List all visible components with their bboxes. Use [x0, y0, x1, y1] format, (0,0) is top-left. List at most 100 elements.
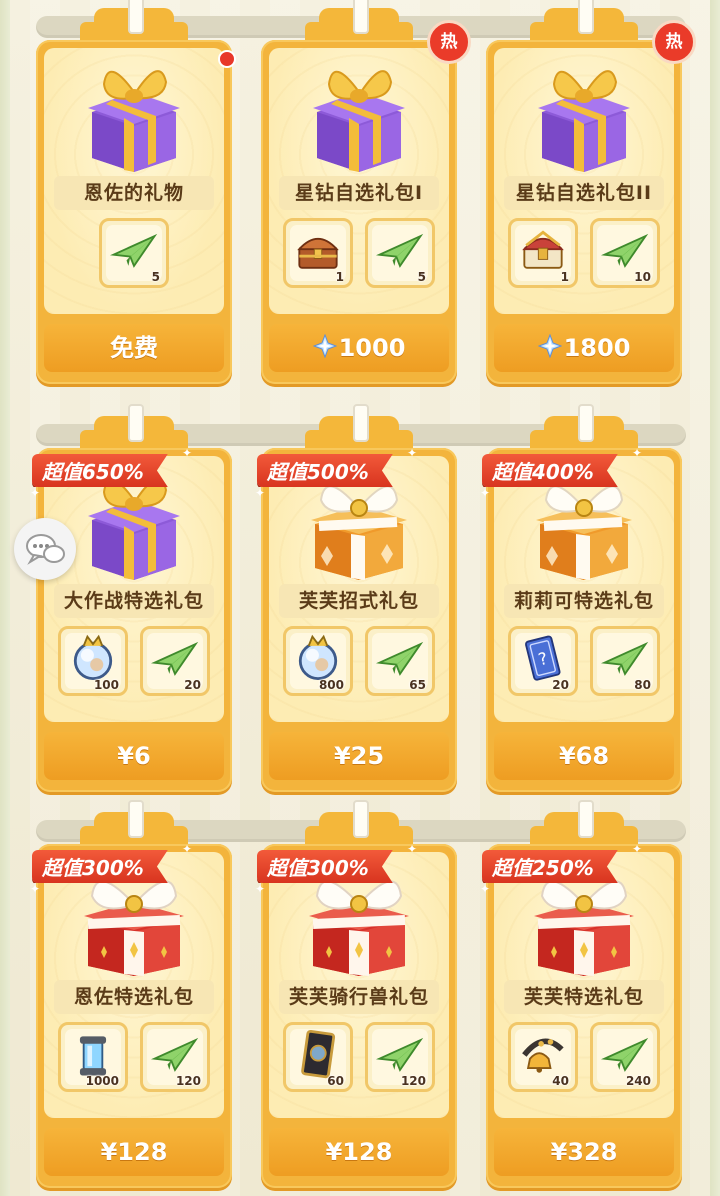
price-button[interactable]: ¥6 — [44, 732, 224, 780]
price-button[interactable]: ¥328 — [494, 1128, 674, 1176]
value-badge: 超值250% — [482, 850, 618, 883]
sparkle-icon: ✦ — [632, 446, 643, 460]
item-quantity: 5 — [151, 270, 160, 284]
reward-item-slot[interactable]: 240 — [590, 1022, 660, 1092]
price-button[interactable]: ¥68 — [494, 732, 674, 780]
price-label: ¥128 — [325, 1138, 393, 1166]
value-badge: 超值400% — [482, 454, 618, 487]
gift-pack-card[interactable]: 恩佐特选礼包 1000 120 ¥128 超值300% ✦ ✦ — [30, 800, 232, 1188]
star-diamond-icon — [312, 326, 338, 374]
price-button[interactable]: ¥128 — [44, 1128, 224, 1176]
pack-title: 芙芙招式礼包 — [279, 584, 439, 618]
hanging-pin — [353, 800, 369, 838]
reward-item-slot[interactable]: 100 — [58, 626, 128, 696]
item-quantity: 800 — [318, 678, 344, 692]
item-quantity: 20 — [184, 678, 201, 692]
gift-pack-card[interactable]: 莉莉可特选礼包? 20 80 ¥68 超值400% ✦ ✦ — [480, 404, 682, 792]
reward-items: ? 20 80 — [494, 626, 674, 696]
card-body: 芙芙特选礼包 40 240 ¥328 — [486, 844, 682, 1188]
hanging-pin — [128, 404, 144, 442]
reward-item-slot[interactable]: 1000 — [58, 1022, 128, 1092]
hanging-pin — [578, 0, 594, 34]
item-quantity: 120 — [175, 1074, 201, 1088]
gift-pack-card[interactable]: 星钻自选礼包I 1 5 1000 热 — [261, 0, 471, 384]
card-inner: 星钻自选礼包II 1 10 — [494, 48, 674, 314]
purple-gift-box-icon — [299, 62, 419, 174]
notification-dot — [218, 50, 236, 68]
card-body: 芙芙招式礼包 800 65 ¥25 — [261, 448, 457, 792]
reward-item-slot[interactable]: 80 — [590, 626, 660, 696]
reward-items: 100 20 — [44, 626, 224, 696]
hot-badge: 热 — [427, 20, 471, 64]
reward-item-slot[interactable]: 5 — [99, 218, 169, 288]
reward-item-slot[interactable]: 120 — [140, 1022, 210, 1092]
sparkle-icon: ✦ — [480, 486, 491, 500]
sparkle-icon: ✦ — [30, 486, 41, 500]
price-label: 免费 — [110, 334, 158, 362]
item-quantity: 120 — [400, 1074, 426, 1088]
sparkle-icon: ✦ — [30, 882, 41, 896]
item-quantity: 100 — [93, 678, 119, 692]
card-body: 星钻自选礼包II 1 10 1800 — [486, 40, 682, 384]
pack-title: 星钻自选礼包II — [504, 176, 664, 210]
item-quantity: 5 — [417, 270, 426, 284]
reward-item-slot[interactable]: 20 — [140, 626, 210, 696]
card-body: 大作战特选礼包 100 20 ¥6 — [36, 448, 232, 792]
price-button[interactable]: 免费 — [44, 324, 224, 372]
reward-items: 800 65 — [269, 626, 449, 696]
hanging-pin — [578, 800, 594, 838]
reward-item-slot[interactable]: 65 — [365, 626, 435, 696]
price-label: 1000 — [338, 334, 406, 362]
reward-item-slot[interactable]: 800 — [283, 626, 353, 696]
sparkle-icon: ✦ — [182, 446, 193, 460]
price-button[interactable]: 1800 — [494, 324, 674, 372]
card-inner: 莉莉可特选礼包 ? 20 80 — [494, 456, 674, 722]
price-label: ¥6 — [117, 742, 151, 770]
reward-item-slot[interactable]: 40 — [508, 1022, 578, 1092]
star-diamond-icon — [537, 326, 563, 374]
reward-items: 1000 120 — [44, 1022, 224, 1092]
gift-pack-card[interactable]: 恩佐的礼物 5 免费 — [36, 0, 236, 384]
reward-item-slot[interactable]: 1 — [508, 218, 578, 288]
reward-item-slot[interactable]: 120 — [365, 1022, 435, 1092]
hot-badge: 热 — [652, 20, 696, 64]
reward-item-slot[interactable]: 1 — [283, 218, 353, 288]
gift-pack-card[interactable]: 芙芙特选礼包 40 240 ¥328 超值250% ✦ ✦ — [480, 800, 682, 1188]
gift-pack-card[interactable]: 星钻自选礼包II 1 10 1800 热 — [486, 0, 696, 384]
card-body: 恩佐的礼物 5 免费 — [36, 40, 232, 384]
price-label: ¥68 — [558, 742, 610, 770]
left-border — [0, 0, 10, 1196]
price-button[interactable]: ¥128 — [269, 1128, 449, 1176]
card-inner: 恩佐特选礼包 1000 120 — [44, 852, 224, 1118]
item-quantity: 65 — [409, 678, 426, 692]
hanging-pin — [128, 800, 144, 838]
pack-title: 大作战特选礼包 — [54, 584, 214, 618]
item-quantity: 1 — [335, 270, 344, 284]
price-label: ¥328 — [550, 1138, 618, 1166]
price-label: 1800 — [563, 334, 631, 362]
reward-item-slot[interactable]: 10 — [590, 218, 660, 288]
purple-gift-box-icon — [74, 62, 194, 174]
chat-button[interactable] — [14, 518, 76, 580]
gift-pack-card[interactable]: 芙芙招式礼包 800 65 ¥25 超值500% ✦ ✦ — [255, 404, 457, 792]
gift-pack-card[interactable]: 芙芙骑行兽礼包 60 120 ¥128 超值300% ✦ ✦ — [255, 800, 457, 1188]
reward-items: 1 10 — [494, 218, 674, 288]
reward-items: 40 240 — [494, 1022, 674, 1092]
price-button[interactable]: 1000 — [269, 324, 449, 372]
card-inner: 恩佐的礼物 5 — [44, 48, 224, 314]
card-inner: 星钻自选礼包I 1 5 — [269, 48, 449, 314]
pack-title: 恩佐特选礼包 — [54, 980, 214, 1014]
price-button[interactable]: ¥25 — [269, 732, 449, 780]
gift-pack-card[interactable]: 大作战特选礼包 100 20 ¥6 超值650% ✦ ✦ — [30, 404, 232, 792]
card-body: 星钻自选礼包I 1 5 1000 — [261, 40, 457, 384]
reward-item-slot[interactable]: ? 20 — [508, 626, 578, 696]
price-label: ¥25 — [333, 742, 385, 770]
chat-bubbles-icon — [26, 534, 65, 565]
hanging-pin — [353, 404, 369, 442]
purple-gift-box-icon — [524, 62, 644, 174]
reward-item-slot[interactable]: 5 — [365, 218, 435, 288]
item-quantity: 10 — [634, 270, 651, 284]
sparkle-icon: ✦ — [480, 882, 491, 896]
reward-item-slot[interactable]: 60 — [283, 1022, 353, 1092]
reward-items: 60 120 — [269, 1022, 449, 1092]
